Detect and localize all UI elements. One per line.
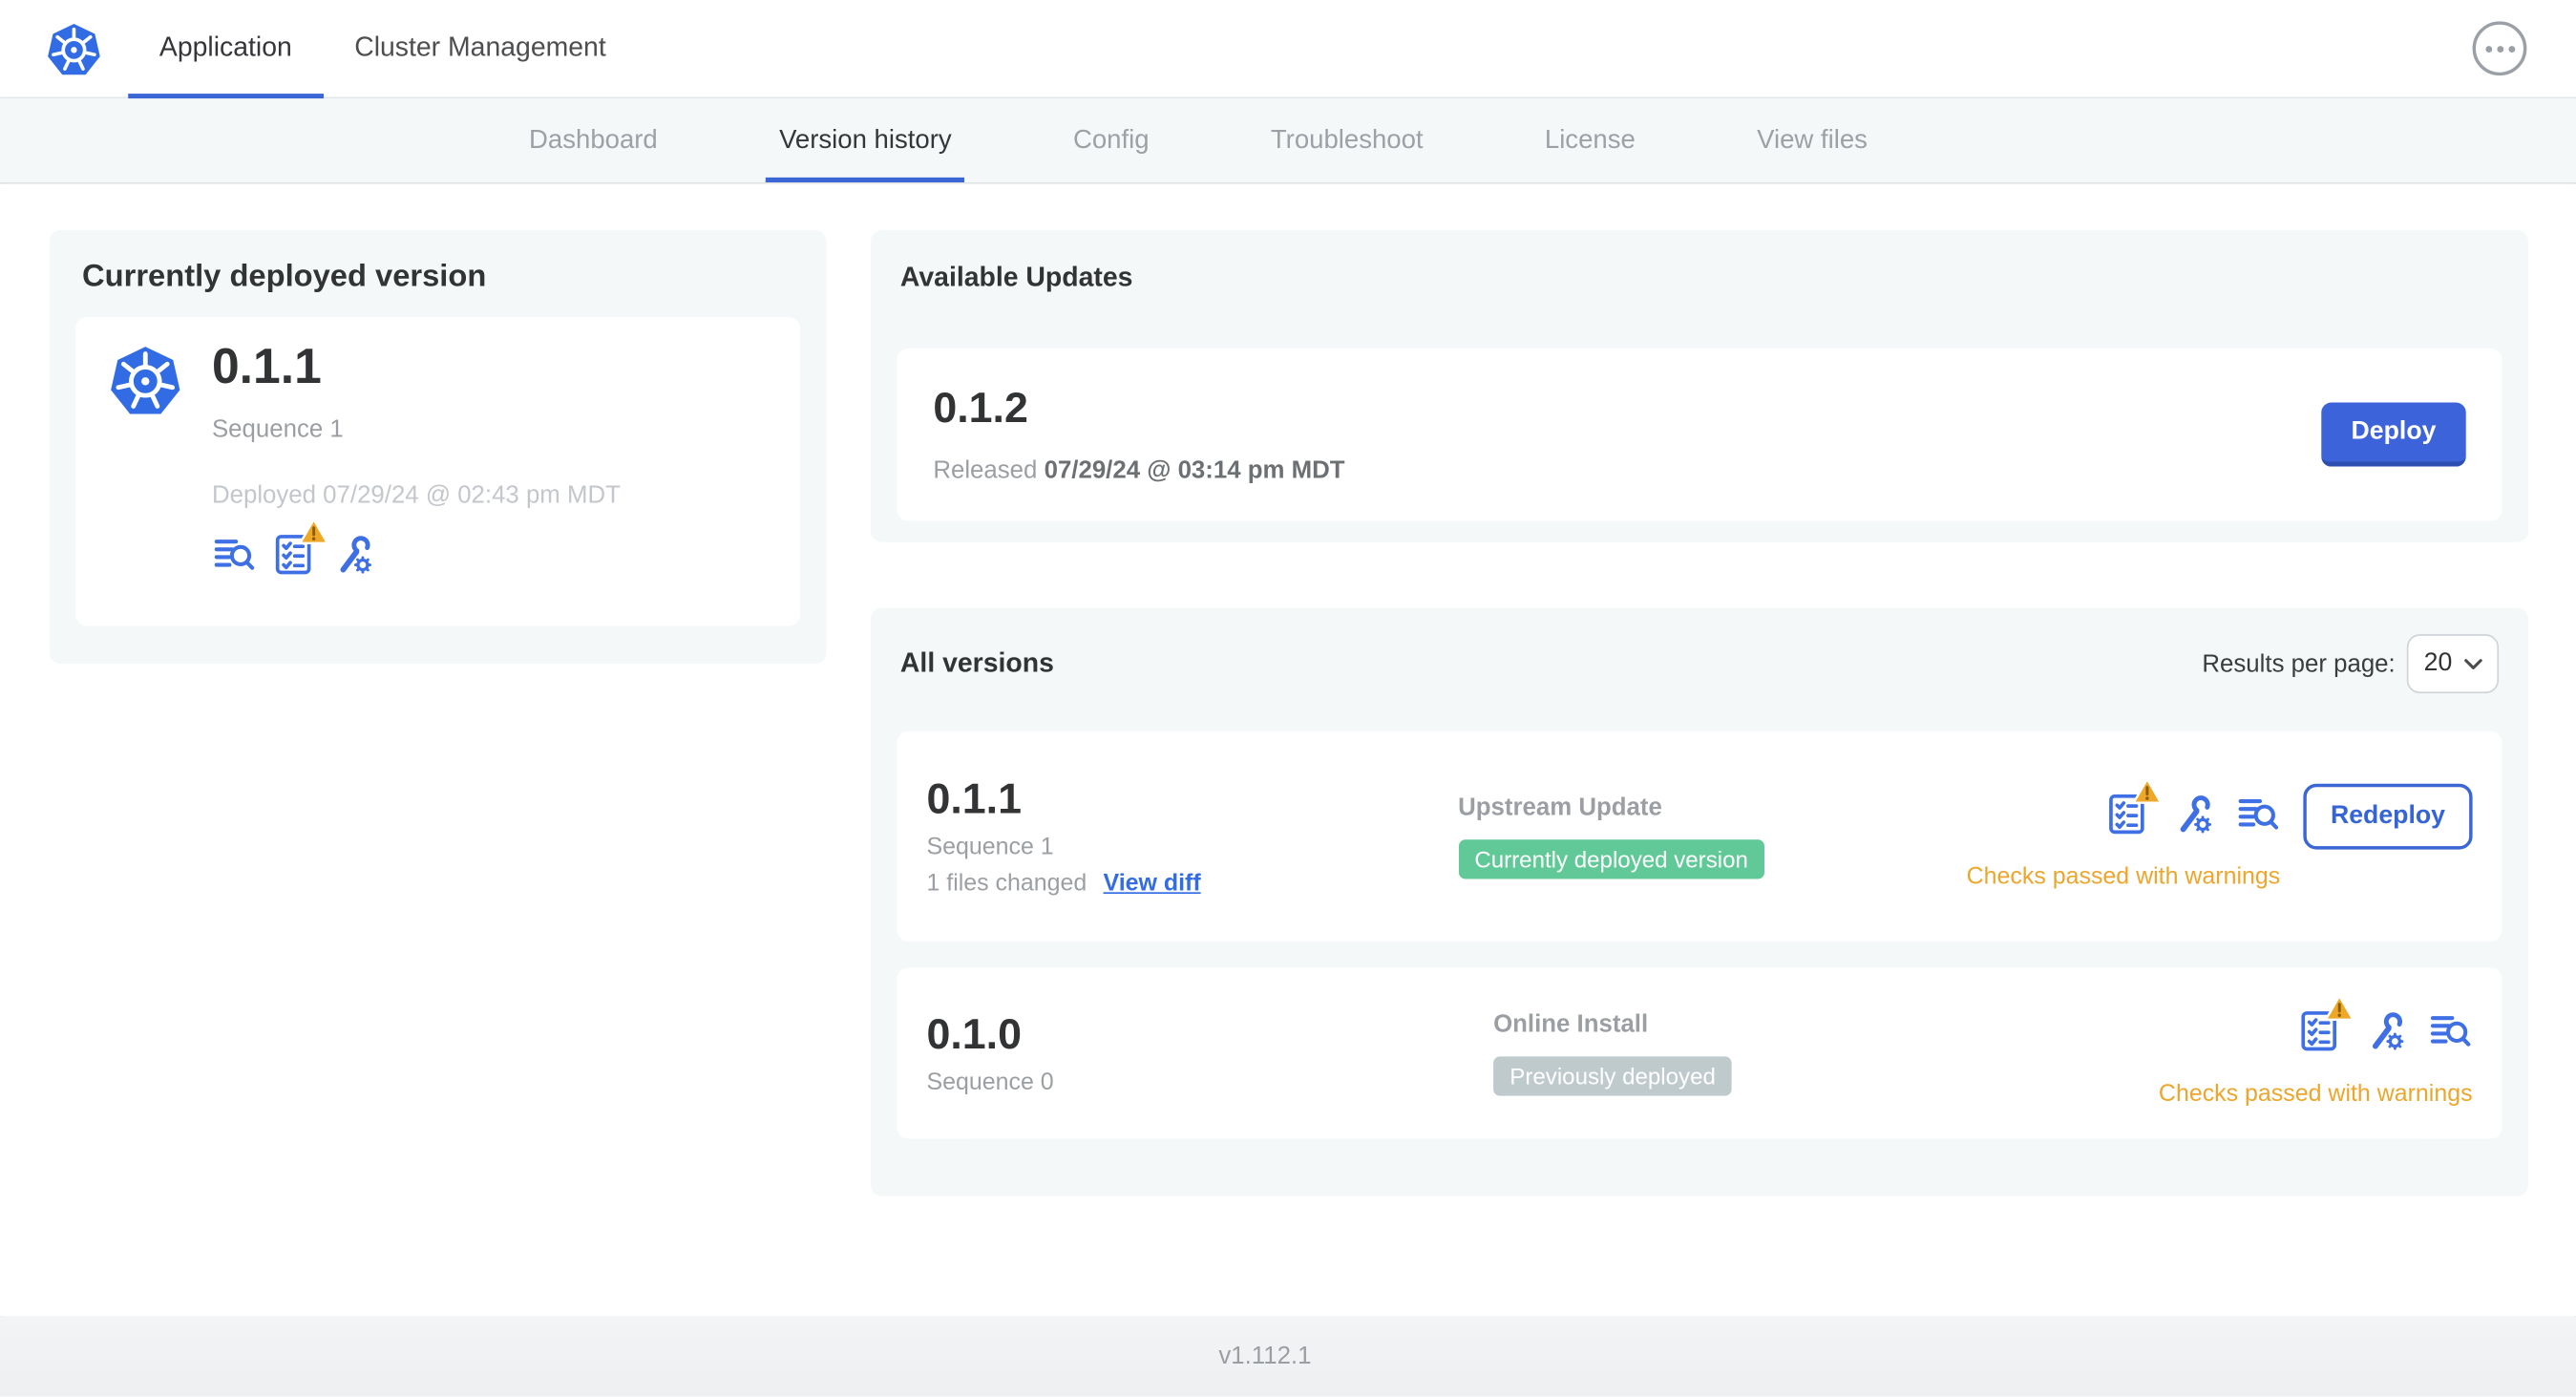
- config-wrench-icon[interactable]: [2170, 791, 2214, 835]
- available-updates-title: Available Updates: [899, 263, 1133, 293]
- all-versions-title: All versions: [899, 647, 1054, 678]
- deployed-sequence: Sequence 1: [211, 415, 344, 444]
- tab-application-label: Application: [158, 32, 292, 63]
- checks-status-text: Checks passed with warnings: [1966, 863, 2281, 890]
- status-badge: Currently deployed version: [1458, 839, 1765, 879]
- row-sequence: Sequence 0: [926, 1069, 1054, 1097]
- main-content: Currently deployed version 0.1.1 Sequenc…: [0, 183, 2576, 1317]
- view-logs-icon[interactable]: [2428, 1008, 2472, 1052]
- update-version-number: 0.1.2: [933, 382, 1028, 433]
- status-badge: Previously deployed: [1493, 1056, 1733, 1096]
- results-per-page-value: 20: [2423, 648, 2453, 677]
- deployed-version-number: 0.1.1: [211, 340, 322, 394]
- row-sequence: Sequence 1: [926, 835, 1054, 862]
- tab-cluster-management[interactable]: Cluster Management: [324, 0, 638, 97]
- version-source: Online Install: [1493, 1010, 1649, 1039]
- deploy-button[interactable]: Deploy: [2321, 402, 2466, 467]
- tab-application[interactable]: Application: [128, 0, 324, 99]
- view-diff-link[interactable]: View diff: [1104, 872, 1201, 899]
- preflight-checks-icon[interactable]: [2104, 776, 2163, 835]
- version-row: 0.1.0 Sequence 0 Online Install Previous…: [897, 967, 2502, 1139]
- view-logs-icon[interactable]: [2236, 791, 2280, 835]
- update-item: 0.1.2 Released 07/29/24 @ 03:14 pm MDT D…: [897, 348, 2502, 521]
- view-logs-icon[interactable]: [212, 532, 256, 576]
- kubernetes-app-icon: [109, 344, 182, 417]
- version-source: Upstream Update: [1458, 794, 1662, 822]
- preflight-checks-icon[interactable]: [271, 518, 329, 576]
- warning-triangle-icon: [2324, 993, 2354, 1021]
- deployed-timestamp: Deployed 07/29/24 @ 02:43 pm MDT: [211, 481, 621, 510]
- results-per-page-label: Results per page:: [2202, 649, 2396, 678]
- preflight-checks-icon[interactable]: [2296, 993, 2354, 1052]
- row-version-number: 0.1.0: [926, 1007, 1022, 1058]
- tab-view-files[interactable]: View files: [1743, 98, 1880, 182]
- top-header: Application Cluster Management: [0, 0, 2576, 99]
- warning-triangle-icon: [2132, 776, 2163, 804]
- page-footer: v1.112.1: [0, 1316, 2576, 1397]
- tab-version-history[interactable]: Version history: [766, 98, 965, 182]
- all-versions-card: All versions Results per page: 20 0.1.1 …: [870, 607, 2529, 1196]
- tab-dashboard[interactable]: Dashboard: [516, 98, 670, 182]
- app-level-tabs: Application Cluster Management: [128, 0, 638, 99]
- secondary-nav: Dashboard Version history Config Trouble…: [0, 98, 2576, 184]
- config-wrench-icon[interactable]: [330, 532, 374, 576]
- console-version: v1.112.1: [1218, 1342, 1312, 1371]
- update-released-line: Released 07/29/24 @ 03:14 pm MDT: [933, 456, 1345, 485]
- tab-config[interactable]: Config: [1060, 98, 1162, 182]
- currently-deployed-card: Currently deployed version 0.1.1 Sequenc…: [49, 229, 827, 665]
- config-wrench-icon[interactable]: [2362, 1008, 2406, 1052]
- kubernetes-logo: [46, 21, 102, 77]
- chevron-down-icon: [2463, 658, 2482, 669]
- available-updates-card: Available Updates 0.1.2 Released 07/29/2…: [870, 229, 2529, 542]
- files-changed-text: 1 files changed: [926, 871, 1087, 899]
- row-version-number: 0.1.1: [926, 773, 1022, 823]
- currently-deployed-title: Currently deployed version: [82, 259, 487, 294]
- more-menu-button[interactable]: [2472, 21, 2527, 76]
- checks-status-text: Checks passed with warnings: [2158, 1080, 2473, 1107]
- tab-troubleshoot[interactable]: Troubleshoot: [1257, 98, 1436, 182]
- version-row: 0.1.1 Sequence 1 1 files changed View di…: [897, 730, 2502, 942]
- app-window: Application Cluster Management Dashboard…: [0, 0, 2576, 1397]
- redeploy-button[interactable]: Redeploy: [2303, 782, 2473, 849]
- ellipsis-icon: [2484, 45, 2492, 53]
- results-per-page-select[interactable]: 20: [2406, 634, 2500, 694]
- tab-cluster-management-label: Cluster Management: [354, 32, 606, 63]
- tab-license[interactable]: License: [1531, 98, 1648, 182]
- warning-triangle-icon: [299, 518, 329, 545]
- update-released-timestamp: 07/29/24 @ 03:14 pm MDT: [1044, 456, 1345, 485]
- currently-deployed-inner-card: 0.1.1 Sequence 1 Deployed 07/29/24 @ 02:…: [75, 317, 800, 626]
